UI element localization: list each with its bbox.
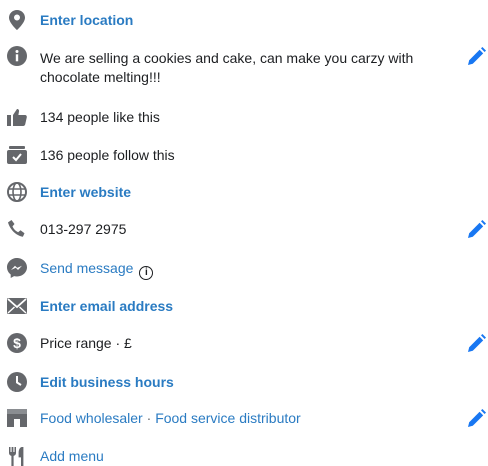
info-circle-icon[interactable]: i xyxy=(139,266,154,280)
location-pin-icon xyxy=(7,10,27,30)
enter-email-link[interactable]: Enter email address xyxy=(40,297,418,316)
category-separator: · xyxy=(146,410,152,426)
category-link[interactable]: Food service distributor xyxy=(155,410,301,426)
follow-check-icon xyxy=(7,145,27,165)
likes-row: 134 people like this xyxy=(0,107,488,127)
messenger-icon xyxy=(7,258,27,278)
send-message-link[interactable]: Send message xyxy=(40,260,133,276)
fork-knife-icon xyxy=(7,446,27,466)
location-row[interactable]: Enter location xyxy=(0,10,488,30)
info-icon xyxy=(7,46,27,66)
add-menu-link[interactable]: Add menu xyxy=(40,447,418,466)
pencil-icon xyxy=(468,220,486,238)
edit-price-button[interactable] xyxy=(465,333,487,355)
category-link[interactable]: Food wholesaler xyxy=(40,410,143,426)
enter-location-link[interactable]: Enter location xyxy=(40,11,418,30)
message-row[interactable]: Send message i xyxy=(0,258,488,280)
storefront-icon xyxy=(7,408,27,428)
edit-phone-button[interactable] xyxy=(465,219,487,241)
mail-icon xyxy=(7,296,27,316)
edit-categories-button[interactable] xyxy=(465,408,487,430)
pencil-icon xyxy=(468,334,486,352)
globe-icon xyxy=(7,182,27,202)
pencil-icon xyxy=(468,409,486,427)
svg-text:$: $ xyxy=(13,335,21,351)
website-row[interactable]: Enter website xyxy=(0,182,488,202)
price-range: Price range · £ xyxy=(40,335,132,351)
edit-description-button[interactable] xyxy=(465,46,487,68)
menu-row[interactable]: Add menu xyxy=(0,446,488,466)
hours-row[interactable]: Edit business hours xyxy=(0,372,488,392)
enter-website-link[interactable]: Enter website xyxy=(40,183,418,202)
follows-row: 136 people follow this xyxy=(0,145,488,165)
phone-row: 013-297 2975 xyxy=(0,219,488,241)
page-about-panel: Enter location We are selling a cookies … xyxy=(0,0,488,466)
email-row[interactable]: Enter email address xyxy=(0,296,488,316)
phone-number: 013-297 2975 xyxy=(40,221,127,237)
clock-icon xyxy=(7,372,27,392)
follows-count: 136 people follow this xyxy=(40,147,175,163)
page-description: We are selling a cookies and cake, can m… xyxy=(40,50,414,85)
thumbs-up-icon xyxy=(7,107,27,127)
description-row: We are selling a cookies and cake, can m… xyxy=(0,46,488,88)
edit-hours-link[interactable]: Edit business hours xyxy=(40,373,418,392)
phone-icon xyxy=(7,219,27,239)
dollar-icon: $ xyxy=(7,333,27,353)
likes-count: 134 people like this xyxy=(40,109,160,125)
categories-row: Food wholesaler · Food service distribut… xyxy=(0,408,488,430)
price-row: $ Price range · £ xyxy=(0,333,488,355)
pencil-icon xyxy=(468,47,486,65)
